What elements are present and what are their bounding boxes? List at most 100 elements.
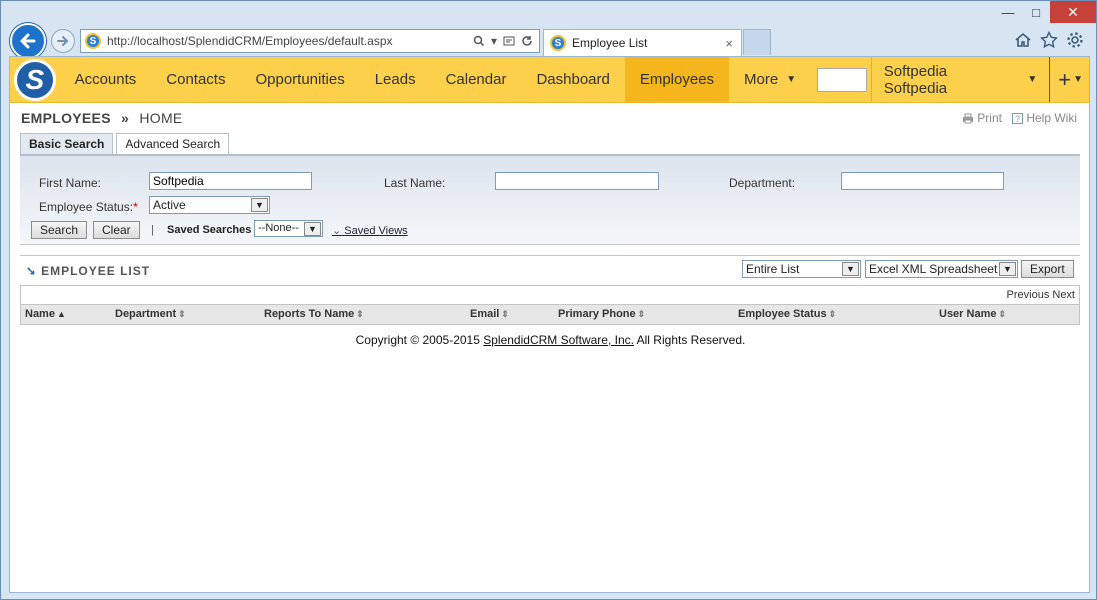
quick-create-button[interactable]: + ▼ (1049, 57, 1089, 102)
breadcrumb-module[interactable]: EMPLOYEES (21, 110, 111, 126)
col-department[interactable]: Department ⇕ (115, 308, 186, 320)
clear-button[interactable]: Clear (93, 221, 140, 239)
employee-status-select[interactable]: Active ▼ (149, 196, 270, 214)
user-menu[interactable]: Softpedia Softpedia ▼ (870, 57, 1050, 102)
nav-contacts[interactable]: Contacts (151, 57, 240, 102)
crm-logo[interactable]: S (10, 57, 60, 102)
tab-favicon-icon: S (550, 35, 566, 51)
export-scope-select[interactable]: Entire List ▼ (742, 260, 861, 278)
tab-advanced-search[interactable]: Advanced Search (116, 133, 230, 154)
list-title: ➘ EMPLOYEE LIST (26, 264, 150, 278)
printer-icon (962, 113, 973, 124)
svg-text:?: ? (1015, 114, 1020, 124)
user-name: Softpedia Softpedia (883, 62, 948, 97)
export-scope-value: Entire List (746, 262, 800, 276)
col-email[interactable]: Email ⇕ (470, 308, 509, 320)
sort-icon: ⇕ (501, 309, 509, 319)
col-name-label: Name (25, 308, 55, 320)
back-button[interactable] (10, 23, 46, 59)
col-email-label: Email (470, 308, 500, 320)
col-name[interactable]: Name ▲ (25, 308, 66, 320)
search-icon[interactable] (473, 35, 485, 47)
tab-close-icon[interactable]: × (725, 36, 741, 51)
minimize-button[interactable]: — (994, 1, 1022, 23)
help-link[interactable]: ? Help Wiki (1011, 111, 1077, 125)
plus-icon: + (1058, 66, 1072, 92)
department-label: Department: (729, 176, 796, 190)
close-window-button[interactable]: ✕ (1050, 1, 1096, 23)
help-label: Help Wiki (1026, 111, 1077, 125)
splendidcrm-logo-icon: S (13, 58, 56, 101)
browser-toolbar-icons (1014, 31, 1084, 49)
nav-dashboard[interactable]: Dashboard (521, 57, 624, 102)
first-name-input[interactable] (149, 172, 312, 190)
copyright-prefix: Copyright © 2005-2015 (355, 333, 484, 347)
search-tabs: Basic Search Advanced Search (20, 133, 232, 154)
col-reports-to-label: Reports To Name (264, 308, 355, 320)
home-icon[interactable] (1014, 31, 1032, 49)
nav-calendar[interactable]: Calendar (431, 57, 522, 102)
saved-views-link[interactable]: ⌄ Saved Views (332, 224, 408, 237)
caret-down-icon: ▼ (1027, 74, 1038, 85)
site-favicon-icon: S (85, 33, 101, 49)
sort-icon: ⇕ (637, 309, 646, 319)
nav-opportunities[interactable]: Opportunities (240, 57, 359, 102)
tab-basic-search[interactable]: Basic Search (20, 133, 114, 154)
nav-accounts[interactable]: Accounts (60, 57, 152, 102)
browser-window: — □ ✕ S http://localhost/SplendidCRM/Emp… (0, 0, 1097, 600)
col-employee-status[interactable]: Employee Status ⇕ (738, 308, 836, 320)
nav-employees[interactable]: Employees (624, 57, 730, 102)
col-reports-to[interactable]: Reports To Name ⇕ (264, 308, 364, 320)
page-links: Print ? Help Wiki (962, 111, 1077, 125)
saved-searches-label: Saved Searches (167, 224, 251, 236)
pager[interactable]: Previous Next (20, 285, 1080, 305)
window-controls: — □ ✕ (994, 1, 1096, 23)
caret-down-icon: ▼ (786, 74, 797, 85)
refresh-icon[interactable] (521, 35, 533, 47)
breadcrumb: EMPLOYEES » HOME (21, 110, 183, 126)
dropdown-icon[interactable]: ▾ (491, 34, 497, 48)
search-panel: First Name: Last Name: Department: Emplo… (20, 154, 1080, 245)
col-user-name[interactable]: User Name ⇕ (939, 308, 1006, 320)
arrow-right-icon (57, 36, 69, 46)
forward-button[interactable] (51, 29, 75, 53)
sort-icon: ⇕ (998, 309, 1007, 319)
first-name-label: First Name: (39, 176, 102, 190)
select-arrow-icon: ▼ (304, 222, 321, 236)
address-url[interactable]: http://localhost/SplendidCRM/Employees/d… (107, 34, 473, 48)
search-button[interactable]: Search (31, 221, 88, 239)
arrow-down-right-icon: ➘ (26, 264, 38, 278)
nav-leads[interactable]: Leads (360, 57, 431, 102)
col-primary-phone[interactable]: Primary Phone ⇕ (558, 308, 645, 320)
new-tab-button[interactable] (743, 29, 771, 55)
breadcrumb-page: HOME (139, 110, 183, 126)
compatibility-view-icon[interactable] (503, 35, 515, 47)
nav-more[interactable]: More ▼ (729, 57, 811, 102)
select-arrow-icon: ▼ (251, 198, 268, 212)
print-label: Print (977, 111, 1002, 125)
help-icon: ? (1011, 113, 1023, 125)
employee-status-label-text: Employee Status: (39, 200, 134, 214)
export-button[interactable]: Export (1021, 260, 1074, 278)
maximize-button[interactable]: □ (1022, 1, 1050, 23)
saved-searches-value: --None-- (258, 222, 299, 234)
employee-status-value: Active (153, 198, 186, 212)
gear-icon[interactable] (1066, 31, 1084, 49)
print-link[interactable]: Print (962, 111, 1002, 125)
last-name-input[interactable] (495, 172, 659, 190)
select-arrow-icon: ▼ (842, 262, 859, 276)
page-content: S Accounts Contacts Opportunities Leads … (9, 56, 1090, 593)
favorites-star-icon[interactable] (1040, 31, 1058, 49)
nav-more-label: More (744, 71, 779, 88)
breadcrumb-separator: » (121, 110, 130, 126)
nav-search-input[interactable] (817, 67, 867, 92)
export-format-select[interactable]: Excel XML Spreadsheet ▼ (865, 260, 1018, 278)
required-marker: * (133, 200, 138, 214)
department-input[interactable] (841, 172, 1004, 190)
address-bar[interactable]: S http://localhost/SplendidCRM/Employees… (80, 29, 540, 53)
address-controls: ▾ (473, 34, 539, 48)
saved-searches-select[interactable]: --None-- ▼ (254, 220, 323, 237)
company-link[interactable]: SplendidCRM Software, Inc. (483, 333, 634, 347)
crm-top-nav: S Accounts Contacts Opportunities Leads … (10, 57, 1089, 103)
browser-tab[interactable]: S Employee List × (543, 29, 742, 56)
